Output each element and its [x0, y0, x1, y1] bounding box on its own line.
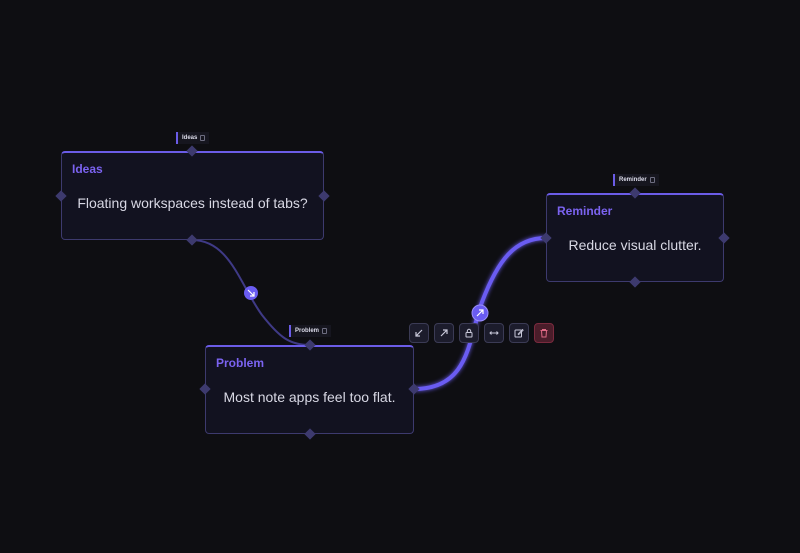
- node-ideas[interactable]: Ideas Floating workspaces instead of tab…: [61, 151, 324, 240]
- node-reminder[interactable]: Reminder Reduce visual clutter.: [546, 193, 724, 282]
- node-tag-problem[interactable]: Problem: [289, 325, 332, 337]
- copy-icon: [200, 135, 206, 141]
- copy-icon: [649, 177, 655, 183]
- tag-label: Problem: [295, 328, 320, 334]
- edit-button[interactable]: [509, 323, 529, 343]
- node-title: Reminder: [557, 204, 613, 218]
- edge-handle-ideas-problem[interactable]: [244, 286, 258, 300]
- canvas[interactable]: Ideas Problem Reminder Ideas Floating wo…: [0, 0, 800, 553]
- tag-label: Reminder: [619, 177, 647, 183]
- node-title: Problem: [216, 356, 265, 370]
- tag-label: Ideas: [182, 135, 198, 141]
- edit-icon: [514, 328, 524, 338]
- arrow-down-left-icon: [415, 329, 423, 337]
- node-tag-ideas[interactable]: Ideas: [176, 132, 210, 144]
- node-problem[interactable]: Problem Most note apps feel too flat.: [205, 345, 414, 434]
- lock-icon: [465, 328, 473, 338]
- arrow-up-right-icon: [440, 329, 448, 337]
- edge-toolbar: [409, 323, 554, 343]
- arrows-horizontal-icon: [489, 331, 499, 335]
- trash-icon: [540, 329, 548, 338]
- copy-icon: [322, 328, 328, 334]
- edge-handle-problem-reminder[interactable]: [471, 304, 489, 322]
- node-tag-reminder[interactable]: Reminder: [613, 174, 659, 186]
- delete-button[interactable]: [534, 323, 554, 343]
- node-body: Most note apps feel too flat.: [223, 389, 396, 405]
- bring-forward-button[interactable]: [434, 323, 454, 343]
- node-body: Reduce visual clutter.: [568, 237, 702, 253]
- node-title: Ideas: [72, 162, 103, 176]
- resize-width-button[interactable]: [484, 323, 504, 343]
- lock-button[interactable]: [459, 323, 479, 343]
- send-backward-button[interactable]: [409, 323, 429, 343]
- node-body: Floating workspaces instead of tabs?: [77, 195, 308, 211]
